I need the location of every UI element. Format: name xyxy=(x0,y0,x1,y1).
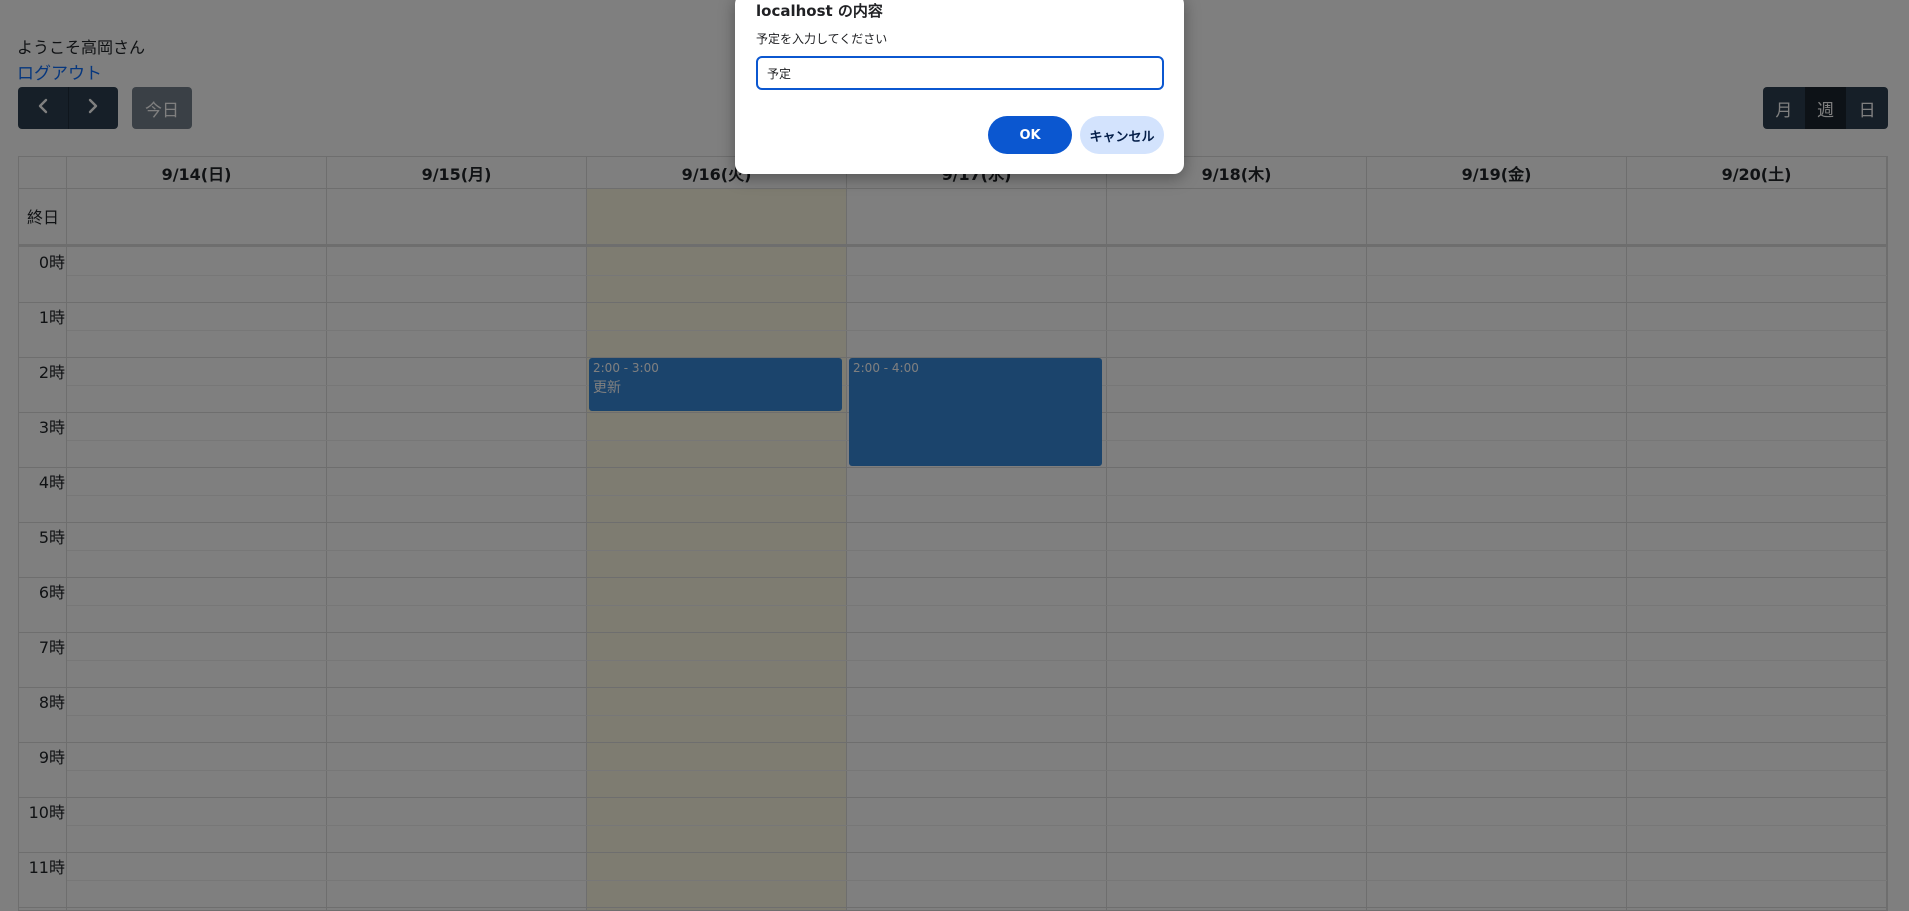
ok-button[interactable]: OK xyxy=(988,116,1072,154)
dialog-input[interactable] xyxy=(756,56,1164,90)
prompt-dialog: localhost の内容 予定を入力してください OK キャンセル xyxy=(735,0,1184,174)
cancel-button[interactable]: キャンセル xyxy=(1080,116,1164,154)
dialog-title: localhost の内容 xyxy=(756,2,883,20)
dialog-message: 予定を入力してください xyxy=(756,32,888,46)
